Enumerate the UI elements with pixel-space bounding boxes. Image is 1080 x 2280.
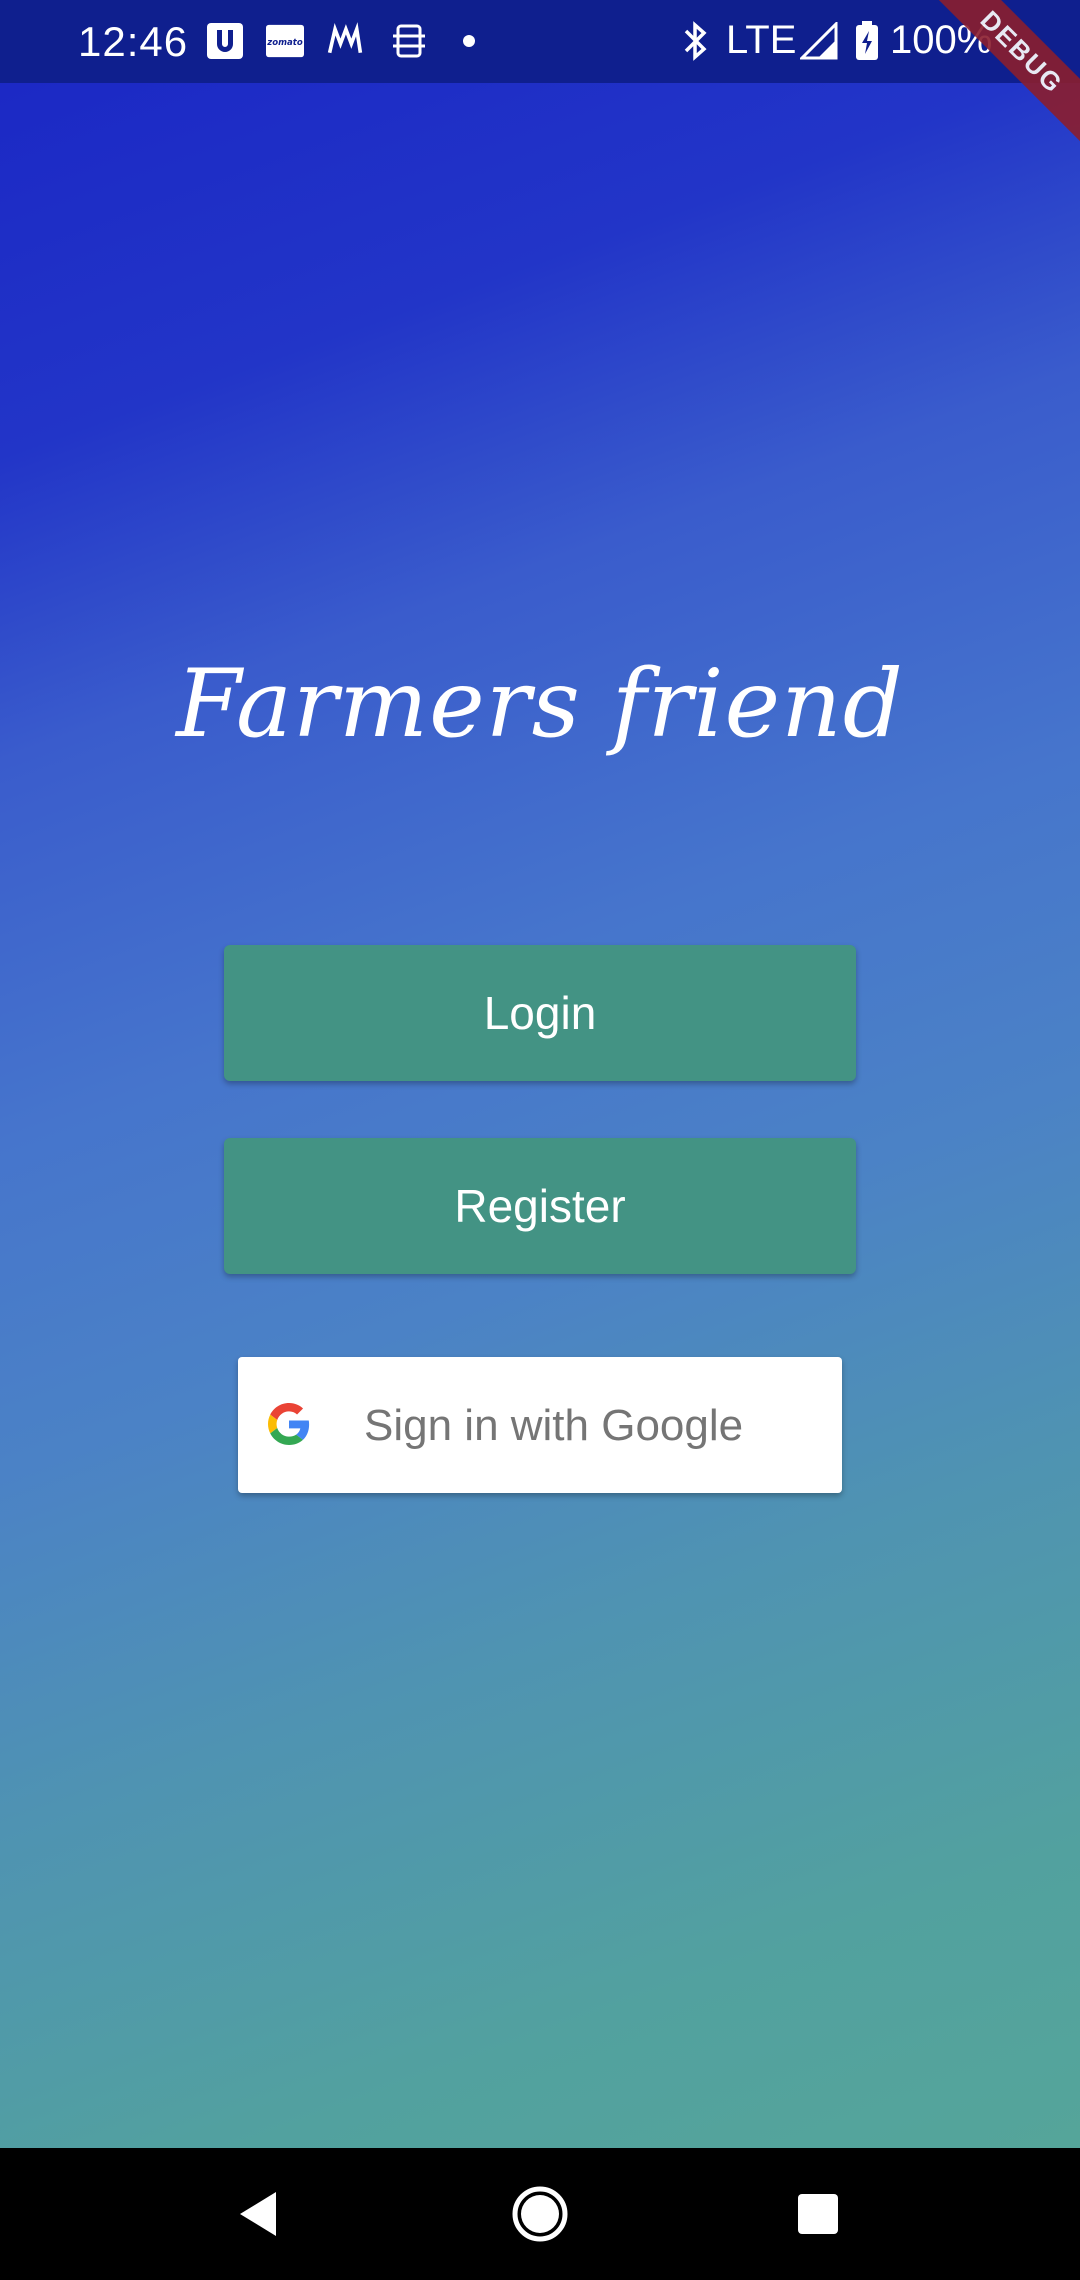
register-button-label: Register bbox=[454, 1180, 626, 1232]
back-icon[interactable] bbox=[222, 2178, 294, 2250]
recents-icon[interactable] bbox=[782, 2178, 854, 2250]
tech-icon bbox=[390, 22, 428, 60]
bluetooth-icon bbox=[676, 21, 714, 61]
signal-icon bbox=[800, 22, 838, 60]
login-button-label: Login bbox=[483, 987, 597, 1039]
google-sign-in-button[interactable]: Sign in with Google bbox=[238, 1357, 842, 1493]
app-title: Farmers friend bbox=[176, 650, 904, 759]
urban-company-icon bbox=[206, 22, 244, 60]
meesho-icon bbox=[326, 22, 364, 60]
network-type: LTE bbox=[726, 18, 797, 62]
home-icon[interactable] bbox=[504, 2178, 576, 2250]
svg-text:zomato: zomato bbox=[266, 38, 303, 48]
login-button[interactable]: Login bbox=[224, 945, 856, 1081]
zomato-icon: zomato bbox=[266, 22, 304, 60]
dot-icon bbox=[450, 22, 488, 60]
register-button[interactable]: Register bbox=[224, 1138, 856, 1274]
status-time: 12:46 bbox=[78, 18, 189, 65]
google-sign-in-label: Sign in with Google bbox=[364, 1401, 744, 1450]
navigation-bar bbox=[0, 2148, 1080, 2280]
status-bar: 12:46 zomato LTE 100% bbox=[0, 0, 1080, 83]
google-icon bbox=[268, 1403, 310, 1445]
battery-icon bbox=[848, 21, 886, 60]
screen: 12:46 zomato LTE 100% DEBUG Farmers frie… bbox=[0, 0, 1080, 2280]
